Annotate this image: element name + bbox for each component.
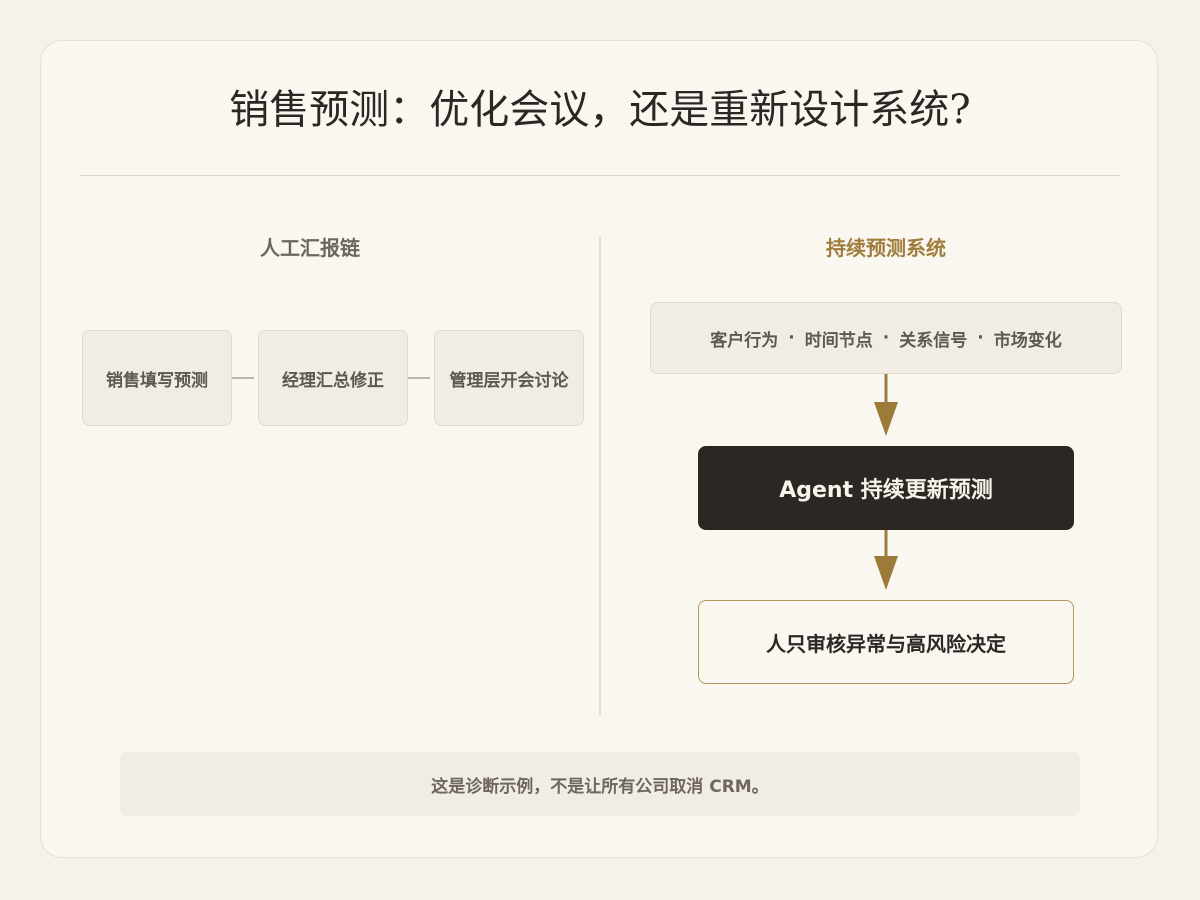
signal-separator: · xyxy=(977,328,984,348)
footnote-banner: 这是诊断示例，不是让所有公司取消 CRM。 xyxy=(120,752,1080,816)
agent-update-box: Agent 持续更新预测 xyxy=(698,446,1074,530)
left-column-heading: 人工汇报链 xyxy=(260,236,360,260)
signal-separator: · xyxy=(882,328,890,348)
signal-relationship: 关系信号 xyxy=(899,330,968,351)
title-divider xyxy=(80,175,1120,176)
signal-market: 市场变化 xyxy=(993,330,1062,351)
step-connector xyxy=(408,377,430,379)
step-manager-summary: 经理汇总修正 xyxy=(258,330,408,426)
down-arrow-icon xyxy=(874,530,898,590)
down-arrow-icon xyxy=(874,374,898,436)
human-review-box: 人只审核异常与高风险决定 xyxy=(698,600,1074,684)
column-divider xyxy=(599,236,601,716)
right-column-heading: 持续预测系统 xyxy=(826,236,946,260)
step-connector xyxy=(232,377,254,379)
page-title: 销售预测：优化会议，还是重新设计系统? xyxy=(229,87,971,133)
signal-separator: · xyxy=(788,328,795,348)
signal-customer-behavior: 客户行为 xyxy=(710,330,779,351)
step-sales-input: 销售填写预测 xyxy=(82,330,232,426)
step-management-meeting: 管理层开会讨论 xyxy=(434,330,584,426)
signals-box: 客户行为 · 时间节点 · 关系信号 · 市场变化 xyxy=(650,302,1122,374)
signal-timing: 时间节点 xyxy=(804,330,873,351)
